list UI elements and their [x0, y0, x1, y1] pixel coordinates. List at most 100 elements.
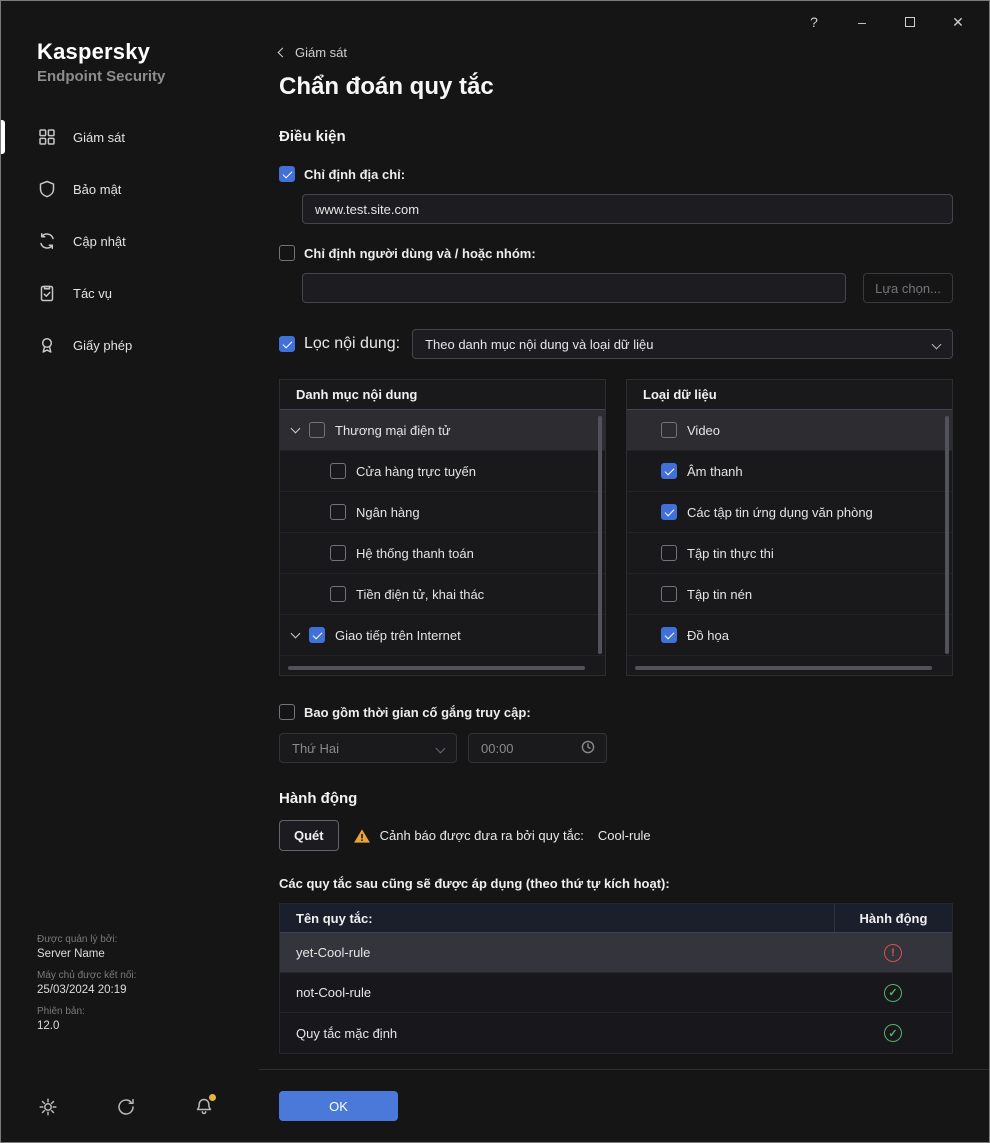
time-input[interactable]: 00:00 [468, 733, 607, 763]
content-filter-checkbox[interactable] [279, 336, 295, 352]
vertical-scrollbar[interactable] [598, 416, 602, 654]
data-type-label: Các tập tin ứng dụng văn phòng [687, 504, 873, 520]
rules-table: Tên quy tắc: Hành động yet-Cool-rule not… [279, 903, 953, 1054]
horizontal-scrollbar[interactable] [635, 666, 932, 670]
category-checkbox[interactable] [330, 463, 346, 479]
data-type-checkbox[interactable] [661, 504, 677, 520]
time-value: 00:00 [481, 740, 514, 756]
content-filter-select[interactable]: Theo danh mục nội dung và loại dữ liệu [412, 329, 953, 359]
category-row[interactable]: Cửa hàng trực tuyến [280, 451, 605, 492]
users-input[interactable] [302, 273, 846, 303]
category-checkbox[interactable] [309, 627, 325, 643]
sidebar-item-tasks[interactable]: Tác vụ [1, 267, 259, 319]
data-type-checkbox[interactable] [661, 545, 677, 561]
time-controls: Thứ Hai 00:00 [279, 733, 953, 763]
address-condition-row: Chỉ định địa chỉ: [279, 166, 953, 182]
brand-subtitle: Endpoint Security [37, 68, 166, 85]
triggered-rule-name: Cool-rule [597, 828, 651, 843]
data-type-label: Tập tin thực thi [687, 545, 774, 561]
scan-button[interactable]: Quét [279, 820, 339, 851]
action-row: Quét Cảnh báo được đưa ra bởi quy tắc: C… [279, 820, 953, 851]
data-type-row[interactable]: Các tập tin ứng dụng văn phòng [627, 492, 952, 533]
data-type-row[interactable]: Đồ họa [627, 615, 952, 656]
gear-icon[interactable] [37, 1096, 59, 1118]
horizontal-scrollbar[interactable] [288, 666, 585, 670]
warning-text: Cảnh báo được đưa ra bởi quy tắc: [379, 828, 584, 843]
data-type-checkbox[interactable] [661, 463, 677, 479]
address-checkbox[interactable] [279, 166, 295, 182]
category-label: Cửa hàng trực tuyến [356, 463, 477, 479]
version-value: 12.0 [37, 1020, 60, 1032]
category-row[interactable]: Tiền điện tử, khai thác [280, 574, 605, 615]
category-row[interactable]: Ngân hàng [280, 492, 605, 533]
sidebar-item-monitoring[interactable]: Giám sát [1, 111, 259, 163]
category-checkbox[interactable] [330, 586, 346, 602]
footer-bar: OK [259, 1069, 989, 1142]
managed-by-value: Server Name [37, 948, 105, 960]
category-label: Giao tiếp trên Internet [335, 627, 461, 643]
chevron-down-icon [435, 743, 446, 754]
data-type-checkbox[interactable] [661, 586, 677, 602]
data-types-header: Loại dữ liệu [627, 380, 952, 410]
shield-icon [37, 179, 57, 199]
sidebar: Kaspersky Endpoint Security Giám sát Bảo… [1, 1, 259, 1142]
brand-title: Kaspersky [37, 39, 151, 64]
category-checkbox[interactable] [330, 545, 346, 561]
table-row[interactable]: Quy tắc mặc định [280, 1013, 952, 1053]
close-button[interactable]: ✕ [941, 9, 975, 35]
data-type-row[interactable]: Tập tin nén [627, 574, 952, 615]
protection-icon[interactable] [115, 1096, 137, 1118]
day-select[interactable]: Thứ Hai [279, 733, 457, 763]
sidebar-item-update[interactable]: Cập nhật [1, 215, 259, 267]
chevron-down-icon[interactable] [290, 423, 301, 434]
address-input[interactable] [302, 194, 953, 224]
chevron-down-icon[interactable] [290, 628, 301, 639]
data-type-label: Tập tin nén [687, 586, 753, 602]
warning-icon [353, 827, 371, 845]
ok-button[interactable]: OK [279, 1091, 398, 1121]
sidebar-item-security[interactable]: Bảo mật [1, 163, 259, 215]
select-users-button[interactable]: Lựa chọn... [863, 273, 953, 303]
users-input-row: Lựa chọn... [302, 273, 953, 303]
data-type-row[interactable]: Tập tin thực thi [627, 533, 952, 574]
managed-by-label: Được quản lý bởi: [37, 934, 118, 945]
data-type-checkbox[interactable] [661, 422, 677, 438]
vertical-scrollbar[interactable] [945, 416, 949, 654]
help-button[interactable]: ? [797, 9, 831, 35]
breadcrumb[interactable]: Giám sát [277, 45, 347, 60]
categories-panel: Danh mục nội dung Thương mại điện tử Cửa… [279, 379, 606, 676]
category-row[interactable]: Thương mại điện tử [280, 410, 605, 451]
table-header: Tên quy tắc: Hành động [280, 904, 952, 933]
sidebar-item-label: Bảo mật [73, 181, 122, 197]
sidebar-item-label: Cập nhật [73, 233, 126, 249]
category-row[interactable]: Giao tiếp trên Internet [280, 615, 605, 656]
maximize-button[interactable] [893, 9, 927, 35]
table-row[interactable]: not-Cool-rule [280, 973, 952, 1013]
sidebar-item-license[interactable]: Giấy phép [1, 319, 259, 371]
sidebar-footer-icons [37, 1094, 216, 1118]
content-filter-row: Lọc nội dung: Theo danh mục nội dung và … [279, 329, 953, 359]
main-content: Giám sát Chẩn đoán quy tắc Điều kiện Chỉ… [259, 1, 989, 1071]
rules-caption: Các quy tắc sau cũng sẽ được áp dụng (th… [279, 876, 670, 891]
table-row[interactable]: yet-Cool-rule [280, 933, 952, 973]
column-header-name: Tên quy tắc: [296, 910, 373, 926]
category-checkbox[interactable] [330, 504, 346, 520]
version-label: Phiên bản: [37, 1006, 85, 1017]
clock-icon [580, 739, 596, 758]
category-row[interactable]: Hệ thống thanh toán [280, 533, 605, 574]
category-checkbox[interactable] [309, 422, 325, 438]
server-info: Được quản lý bởi: Server Name Máy chủ đư… [37, 934, 136, 1042]
connected-label: Máy chủ được kết nối: [37, 970, 137, 981]
bell-icon[interactable] [193, 1094, 216, 1118]
data-type-row[interactable]: Âm thanh [627, 451, 952, 492]
minimize-button[interactable]: – [845, 9, 879, 35]
users-condition-row: Chỉ định người dùng và / hoặc nhóm: [279, 245, 953, 261]
data-type-row[interactable]: Video [627, 410, 952, 451]
filter-panels: Danh mục nội dung Thương mại điện tử Cửa… [279, 379, 953, 676]
data-type-checkbox[interactable] [661, 627, 677, 643]
time-filter-checkbox[interactable] [279, 704, 295, 720]
content-filter-selected-option: Theo danh mục nội dung và loại dữ liệu [425, 336, 654, 352]
users-checkbox[interactable] [279, 245, 295, 261]
action-heading: Hành động [279, 790, 358, 807]
titlebar: ? – ✕ [797, 9, 975, 35]
